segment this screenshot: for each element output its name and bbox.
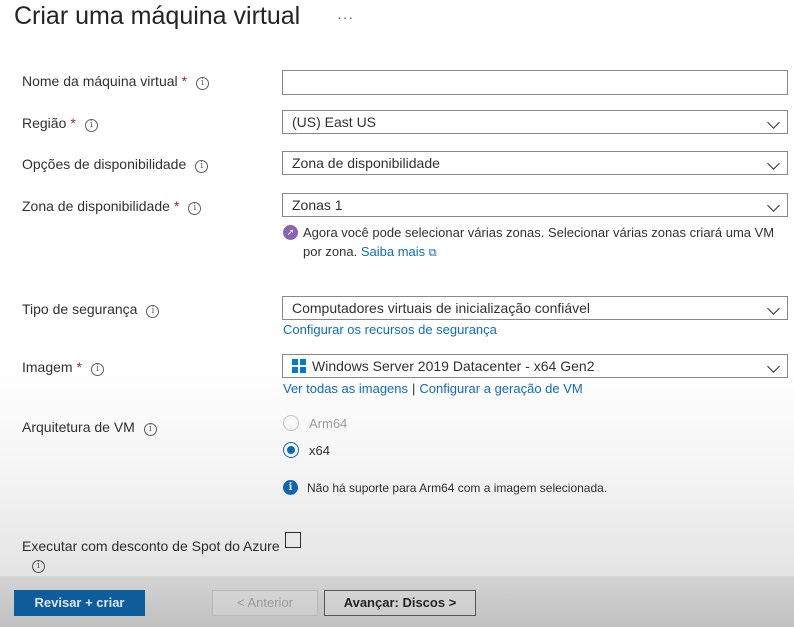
external-link-icon: ⧉ [428,247,437,259]
availability-zone-label: Zona de disponibilidade * i [22,198,202,215]
image-label: Imagem * i [22,359,105,376]
arm64-info: i Não há suporte para Arm64 com a imagem… [283,480,607,495]
image-links: Ver todas as imagens | Configurar a geraçã… [283,381,583,396]
availability-zone-label-text: Zona de disponibilidade [22,198,170,214]
availability-zone-select[interactable]: Zonas 1 [282,193,788,217]
availability-options-label-text: Opções de disponibilidade [22,156,187,172]
link-separator: | [412,381,416,396]
arm64-info-text: Não há suporte para Arm64 com a imagem s… [307,480,608,495]
configure-generation-link[interactable]: Configurar a geração de VM [419,381,582,396]
radio-button[interactable] [283,442,299,458]
vm-name-label: Nome da máquina virtual * i [22,73,210,90]
configure-security-link[interactable]: Configurar os recursos de segurança [283,322,497,337]
required-marker: * [76,359,83,375]
info-icon[interactable]: i [146,305,160,318]
security-links: Configurar os recursos de segurança [283,322,497,337]
availability-options-label: Opções de disponibilidade i [22,156,209,173]
info-icon[interactable]: i [188,202,202,215]
required-marker: * [173,198,180,214]
info-icon[interactable]: i [91,363,105,376]
vm-name-input[interactable] [282,70,788,95]
rocket-icon: ➚ [283,225,298,240]
info-filled-icon: i [283,480,298,495]
region-value: (US) East US [292,114,377,130]
region-label-text: Região [22,115,67,131]
security-type-value: Computadores virtuais de inicialização c… [292,300,591,316]
chevron-down-icon [767,302,780,315]
review-create-button[interactable]: Revisar + criar [14,590,145,616]
footer-bar: Revisar + criar < Anterior Avançar: Disc… [0,576,794,627]
radio-x64[interactable]: x64 [283,442,330,458]
info-icon[interactable]: i [143,423,157,436]
form-area: Nome da máquina virtual * i Região * i (US) … [0,46,794,576]
vm-name-label-text: Nome da máquina virtual [22,73,178,89]
info-icon[interactable]: i [84,119,98,132]
region-label: Região * i [22,115,98,132]
radio-arm64[interactable]: Arm64 [283,415,347,431]
previous-button[interactable]: < Anterior [212,590,318,616]
required-marker: * [181,73,188,89]
learn-more-label: Saiba mais [360,244,426,259]
chevron-down-icon [767,199,780,212]
region-select[interactable]: (US) East US [282,110,788,134]
info-icon[interactable]: i [195,160,209,173]
see-all-images-link[interactable]: Ver todas as imagens [283,381,408,396]
info-icon[interactable]: i [196,77,210,90]
spot-discount-checkbox[interactable] [285,532,301,548]
security-type-label: Tipo de segurança i [22,301,160,318]
image-value: Windows Server 2019 Datacenter - x64 Gen… [312,358,595,374]
image-label-text: Imagem [22,359,73,375]
security-type-select[interactable]: Computadores virtuais de inicialização c… [282,296,788,320]
availability-zone-value: Zonas 1 [292,197,343,213]
learn-more-link[interactable]: Saiba mais ⧉ [361,244,437,259]
next-disks-button[interactable]: Avançar: Discos > [324,590,476,616]
image-select[interactable]: Windows Server 2019 Datacenter - x64 Gen… [282,354,788,378]
vm-architecture-label-text: Arquitetura de VM [22,419,135,435]
info-icon[interactable]: i [32,560,45,573]
spot-discount-label: Executar com desconto de Spot do Azure i [22,537,280,573]
radio-arm64-label: Arm64 [309,415,348,431]
chevron-down-icon [767,157,780,170]
availability-options-select[interactable]: Zona de disponibilidade [282,151,788,175]
radio-x64-label: x64 [309,442,330,458]
more-options-icon[interactable]: ··· [337,9,354,25]
chevron-down-icon [767,116,780,129]
title-bar: Criar uma máquina virtual ··· [0,0,794,46]
availability-options-value: Zona de disponibilidade [292,155,440,171]
windows-logo-icon [292,359,306,373]
spot-discount-label-text: Executar com desconto de Spot do Azure [22,538,280,554]
required-marker: * [70,115,76,131]
page-title: Criar uma máquina virtual [14,2,301,30]
security-type-label-text: Tipo de segurança [22,301,138,317]
vm-architecture-label: Arquitetura de VM i [22,419,157,436]
multi-zone-notice: ➚ Agora você pode selecionar várias zona… [283,223,788,263]
radio-button[interactable] [283,415,299,431]
chevron-down-icon [767,360,780,373]
